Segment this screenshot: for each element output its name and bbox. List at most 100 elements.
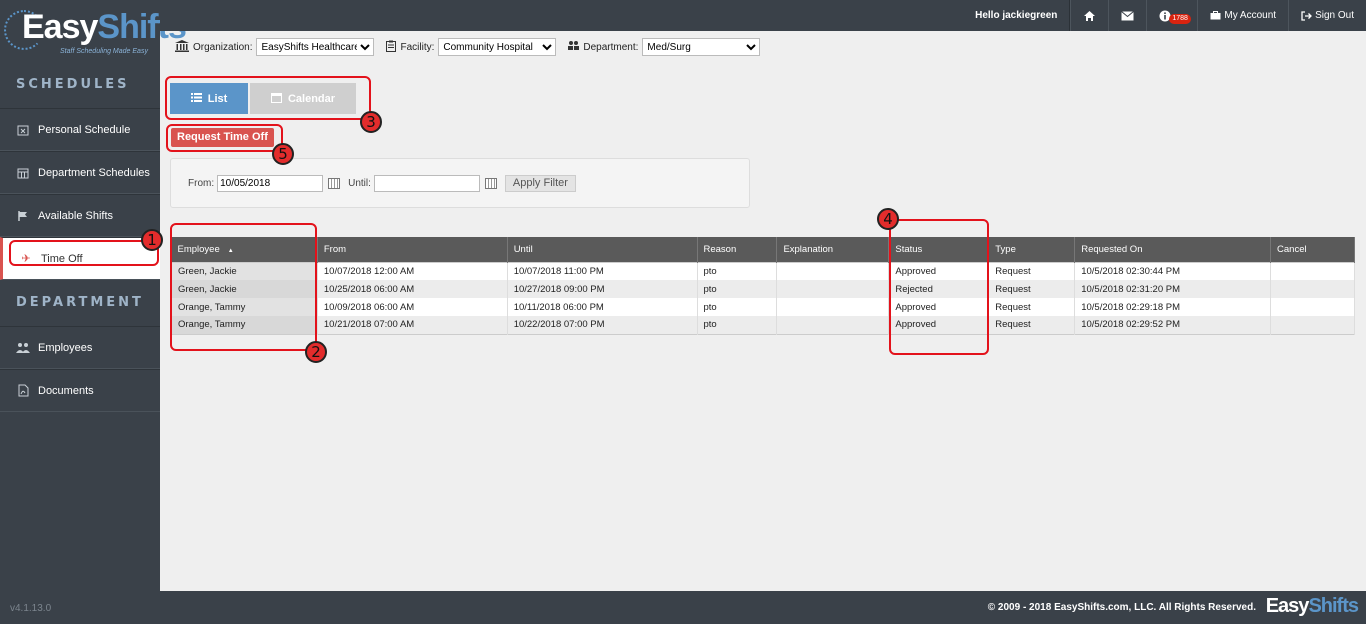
annotation-marker-1: 1 — [141, 229, 163, 251]
time-off-table: Employee ▲ From Until Reason Explanation … — [171, 237, 1355, 335]
cell-type: Request — [988, 298, 1076, 316]
annotation-marker-5: 5 — [272, 143, 294, 165]
users-icon — [16, 341, 30, 355]
table-header-row: Employee ▲ From Until Reason Explanation … — [171, 237, 1355, 262]
sign-out-button[interactable]: Sign Out — [1288, 0, 1366, 31]
cell-requested-on: 10/5/2018 02:29:52 PM — [1074, 316, 1272, 334]
cell-reason: pto — [697, 280, 778, 298]
cell-requested-on: 10/5/2018 02:29:18 PM — [1074, 298, 1272, 316]
department-heading: DEPARTMENT — [16, 295, 144, 310]
footer: © 2009 - 2018 EasyShifts.com, LLC. All R… — [160, 591, 1366, 624]
apply-filter-button[interactable]: Apply Filter — [504, 174, 576, 192]
annotation-box-view-toggle — [165, 76, 371, 120]
briefcase-icon — [1210, 11, 1221, 20]
organization-label: Organization: — [193, 41, 253, 53]
calendar-grid-icon — [16, 166, 30, 180]
cell-until: 10/07/2018 11:00 PM — [507, 262, 698, 280]
cell-reason: pto — [697, 316, 778, 334]
cell-type: Request — [988, 262, 1076, 280]
department-select[interactable]: Med/Surg — [642, 38, 761, 56]
cell-explanation — [776, 262, 890, 280]
sidebar-item-personal-schedule[interactable]: Personal Schedule — [0, 108, 160, 151]
annotation-box-employee-column — [170, 223, 317, 351]
organization-select[interactable]: EasyShifts Healthcare — [256, 38, 375, 56]
column-header-type[interactable]: Type — [988, 237, 1076, 262]
schedules-heading: SCHEDULES — [16, 77, 130, 92]
cell-explanation — [776, 316, 890, 334]
envelope-icon — [1121, 10, 1135, 20]
top-bar: Hello jackiegreen 1788 My Account Sign O… — [160, 0, 1366, 31]
flag-icon — [16, 209, 30, 223]
annotation-marker-4: 4 — [877, 208, 899, 230]
cell-explanation — [776, 280, 890, 298]
cell-explanation — [776, 298, 890, 316]
cell-cancel — [1270, 298, 1355, 316]
sidebar-item-documents[interactable]: Documents — [0, 369, 160, 412]
annotation-box-status-column — [889, 219, 989, 355]
from-label: From: — [188, 177, 215, 189]
date-filter-panel: From: Until: Apply Filter — [170, 158, 750, 208]
sidebar-item-department-schedules[interactable]: Department Schedules — [0, 151, 160, 194]
annotation-box-time-off — [9, 240, 159, 266]
column-header-reason[interactable]: Reason — [697, 237, 778, 262]
cell-from: 10/25/2018 06:00 AM — [317, 280, 508, 298]
cell-reason: pto — [697, 298, 778, 316]
from-date-input[interactable] — [217, 174, 324, 192]
annotation-box-request-button — [166, 124, 283, 152]
until-date-input[interactable] — [373, 174, 480, 192]
home-button[interactable] — [1070, 0, 1108, 31]
cell-cancel — [1270, 316, 1355, 334]
column-header-from[interactable]: From — [317, 237, 508, 262]
pdf-icon — [16, 384, 30, 398]
until-calendar-icon[interactable] — [484, 177, 497, 189]
app-logo[interactable]: EasyShifts Staff Scheduling Made Easy — [0, 0, 187, 62]
my-account-label: My Account — [1224, 10, 1277, 21]
table-row[interactable]: Orange, Tammy 10/09/2018 06:00 AM 10/11/… — [171, 298, 1355, 316]
sidebar-item-employees[interactable]: Employees — [0, 326, 160, 369]
sidebar-item-label: Personal Schedule — [38, 123, 131, 136]
sidebar-item-available-shifts[interactable]: Available Shifts — [0, 194, 160, 237]
my-account-button[interactable]: My Account — [1197, 0, 1288, 31]
cell-cancel — [1270, 280, 1355, 298]
footer-logo: EasyShifts — [1265, 595, 1359, 617]
copyright-text: © 2009 - 2018 EasyShifts.com, LLC. All R… — [987, 602, 1256, 613]
facility-select[interactable]: Community Hospital — [438, 38, 557, 56]
from-calendar-icon[interactable] — [328, 177, 341, 189]
calendar-x-icon — [16, 123, 30, 137]
cell-from: 10/21/2018 07:00 AM — [317, 316, 508, 334]
cell-until: 10/22/2018 07:00 PM — [507, 316, 698, 334]
app-version: v4.1.13.0 — [10, 603, 52, 614]
cell-cancel — [1270, 262, 1355, 280]
cell-until: 10/11/2018 06:00 PM — [507, 298, 698, 316]
facility-label: Facility: — [400, 41, 435, 53]
greeting: Hello jackiegreen — [963, 0, 1071, 31]
cell-until: 10/27/2018 09:00 PM — [507, 280, 698, 298]
sidebar-item-label: Available Shifts — [38, 209, 114, 222]
column-header-until[interactable]: Until — [507, 237, 698, 262]
brand-easy: Easy — [22, 8, 98, 46]
column-header-requested-on[interactable]: Requested On — [1074, 237, 1272, 262]
column-header-cancel: Cancel — [1270, 237, 1355, 262]
column-header-explanation[interactable]: Explanation — [776, 237, 890, 262]
table-row[interactable]: Green, Jackie 10/25/2018 06:00 AM 10/27/… — [171, 280, 1355, 298]
sidebar-item-label: Documents — [38, 384, 94, 397]
cell-reason: pto — [697, 262, 778, 280]
cell-requested-on: 10/5/2018 02:31:20 PM — [1074, 280, 1272, 298]
sign-out-label: Sign Out — [1315, 10, 1354, 21]
messages-button[interactable] — [1108, 0, 1146, 31]
notifications-button[interactable]: 1788 — [1146, 0, 1197, 31]
sidebar-item-label: Department Schedules — [38, 166, 150, 179]
users-icon — [568, 40, 580, 54]
sign-out-icon — [1301, 10, 1312, 21]
cell-from: 10/07/2018 12:00 AM — [317, 262, 508, 280]
sidebar: EasyShifts Staff Scheduling Made Easy SC… — [0, 0, 187, 624]
brand-tagline: Staff Scheduling Made Easy — [60, 48, 148, 55]
cell-type: Request — [988, 280, 1076, 298]
cell-requested-on: 10/5/2018 02:30:44 PM — [1074, 262, 1272, 280]
sidebar-item-label: Employees — [38, 341, 93, 354]
table-row[interactable]: Orange, Tammy 10/21/2018 07:00 AM 10/22/… — [171, 316, 1355, 334]
clipboard-icon — [386, 40, 397, 55]
table-row[interactable]: Green, Jackie 10/07/2018 12:00 AM 10/07/… — [171, 262, 1355, 280]
building-icon — [175, 39, 189, 55]
context-filters: Organization: EasyShifts Healthcare Faci… — [175, 38, 772, 56]
